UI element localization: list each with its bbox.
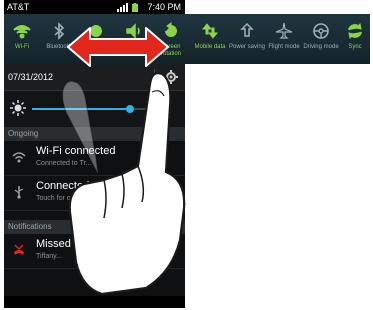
airplane-icon (275, 22, 293, 40)
power-saving-icon (238, 22, 256, 40)
toggle-power-saving[interactable]: Power saving (227, 14, 267, 64)
sync-icon (346, 22, 364, 40)
mobile-data-icon (201, 22, 219, 40)
toggle-wifi[interactable]: Wi-Fi (2, 14, 42, 64)
toggle-label: Wi-Fi (15, 44, 29, 50)
status-bar: AT&T 7:40 PM (4, 0, 185, 14)
clock: 7:40 PM (147, 2, 181, 12)
toggle-mobile-data[interactable]: Mobile data (190, 14, 230, 64)
wifi-icon (12, 150, 26, 164)
toggle-label: Sync (348, 44, 362, 50)
signal-battery-icons (117, 3, 141, 12)
toggle-airplane[interactable]: Flight mode (264, 14, 304, 64)
toggle-sync[interactable]: Sync (335, 14, 373, 64)
steering-wheel-icon (312, 22, 330, 40)
quick-settings-toggles: Wi-FiBluetoothGPSSoundScreen rotationMob… (4, 14, 370, 64)
toggle-label: Mobile data (194, 44, 226, 50)
usb-icon (12, 185, 26, 199)
toggle-label: Flight mode (268, 44, 300, 50)
brightness-sun-icon (10, 100, 26, 116)
swiping-hand-icon (61, 72, 186, 296)
toggle-label: Power saving (228, 44, 266, 50)
wifi-icon (13, 22, 31, 40)
missed-call-icon (12, 243, 26, 257)
carrier-label: AT&T (7, 2, 30, 12)
